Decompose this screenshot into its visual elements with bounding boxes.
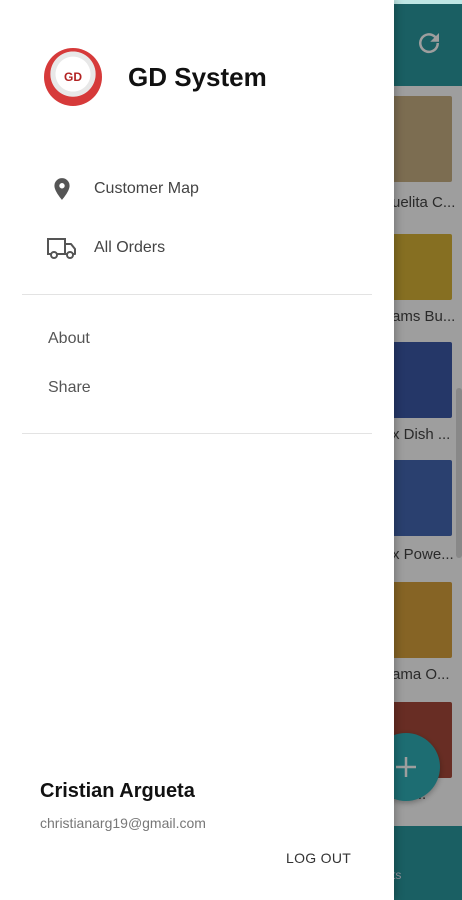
drawer-header: GD GD System bbox=[0, 0, 394, 150]
logo-text: GD bbox=[64, 70, 82, 84]
logout-button[interactable]: LOG OUT bbox=[286, 850, 351, 866]
menu-label: Customer Map bbox=[94, 180, 199, 197]
user-name: Cristian Argueta bbox=[40, 780, 195, 802]
menu-label: All Orders bbox=[94, 239, 166, 256]
app-logo: GD bbox=[44, 48, 102, 106]
divider bbox=[22, 433, 372, 434]
map-pin-icon bbox=[46, 173, 78, 205]
divider bbox=[22, 294, 372, 295]
truck-icon bbox=[46, 232, 78, 264]
navigation-drawer: GD GD System Customer Map All Orders Abo… bbox=[0, 0, 394, 900]
app-title: GD System bbox=[128, 62, 267, 92]
menu-item-about[interactable]: About bbox=[48, 330, 90, 348]
menu-item-share[interactable]: Share bbox=[48, 379, 91, 397]
menu-item-all-orders[interactable]: All Orders bbox=[0, 224, 394, 272]
menu-item-customer-map[interactable]: Customer Map bbox=[0, 165, 394, 213]
user-email: christianarg19@gmail.com bbox=[40, 815, 206, 831]
